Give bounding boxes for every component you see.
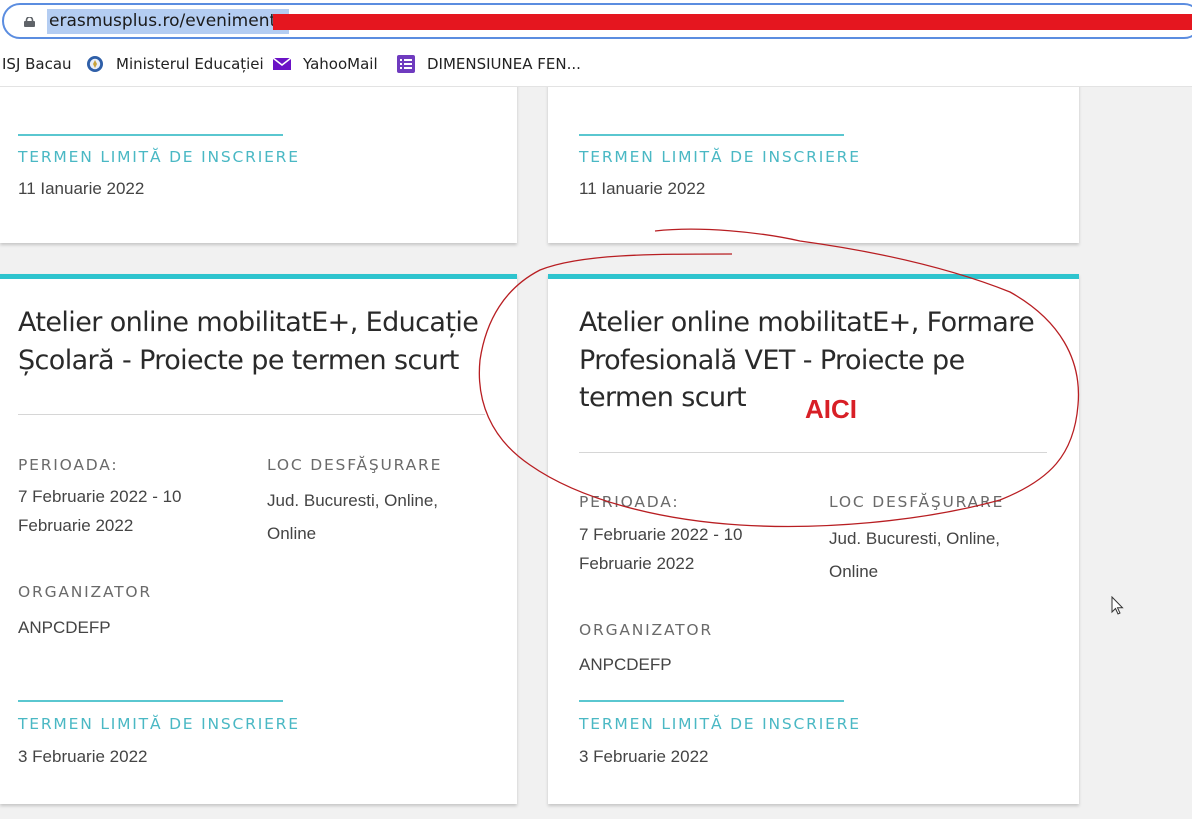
annotation-label: AICI bbox=[805, 394, 857, 424]
mouse-cursor-icon bbox=[1111, 596, 1124, 615]
annotation-circle bbox=[478, 228, 1080, 528]
